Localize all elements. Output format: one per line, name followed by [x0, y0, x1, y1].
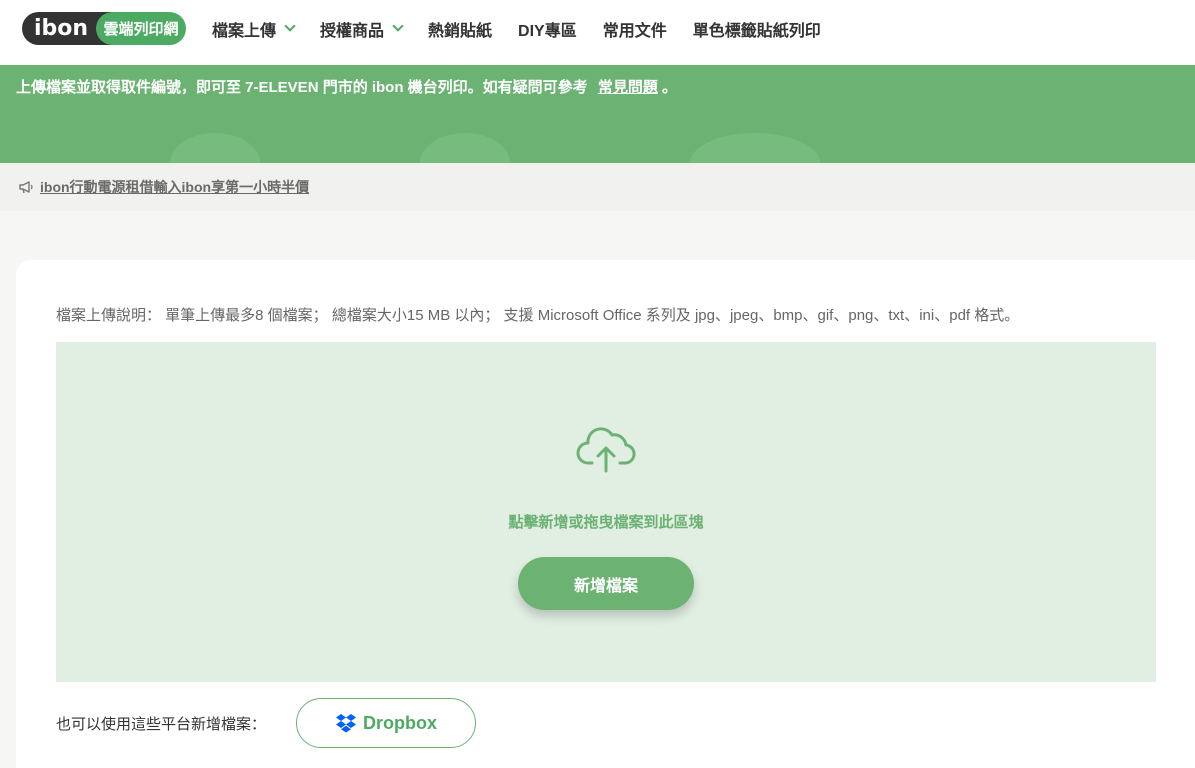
announcement-link[interactable]: ibon行動電源租借輸入ibon享第一小時半價 [40, 177, 309, 197]
nav-item-file-upload[interactable]: 檔案上傳 [212, 17, 296, 41]
platforms-label: 也可以使用這些平台新增檔案： [56, 716, 267, 733]
banner-decoration [170, 133, 260, 163]
dropbox-icon [336, 714, 356, 733]
nav-item-mono-label-print[interactable]: 單色標籤貼紙列印 [693, 17, 821, 41]
ibon-logo[interactable]: ibon 雲端列印網 [22, 12, 186, 45]
dropzone-hint: 點擊新增或拖曳檔案到此區塊 [508, 514, 704, 531]
announcement-bar: ibon行動電源租借輸入ibon享第一小時半價 [0, 163, 1195, 211]
banner-suffix: 。 [662, 79, 678, 96]
nav-item-label: 授權商品 [320, 22, 385, 40]
faq-link[interactable]: 常見問題 [598, 79, 658, 96]
banner-message: 上傳檔案並取得取件編號，即可至 7-ELEVEN 門市的 ibon 機台列印。如… [16, 79, 588, 96]
dropbox-button[interactable]: Dropbox [296, 698, 476, 748]
nav-item-hot-stickers[interactable]: 熱銷貼紙 [428, 17, 492, 41]
nav-item-label: 熱銷貼紙 [428, 22, 493, 40]
nav-item-label: 常用文件 [602, 22, 667, 40]
nav-item-licensed-products[interactable]: 授權商品 [320, 17, 404, 41]
cloud-upload-icon [576, 427, 636, 473]
main-nav: 檔案上傳 授權商品 熱銷貼紙 DIY專區 常用文件 單色標籤貼紙列印 [212, 0, 847, 57]
banner-decoration [420, 133, 510, 163]
upload-instructions: 檔案上傳說明： 單筆上傳最多8 個檔案； 總檔案大小15 MB 以內； 支援 M… [56, 307, 1020, 324]
nav-item-diy[interactable]: DIY專區 [518, 17, 577, 41]
dropbox-label: Dropbox [363, 712, 437, 733]
logo-badge: 雲端列印網 [96, 12, 186, 45]
nav-item-label: DIY專區 [518, 22, 577, 40]
nav-item-label: 單色標籤貼紙列印 [692, 22, 821, 40]
banner-decoration [690, 133, 820, 163]
top-navigation-bar: ibon 雲端列印網 檔案上傳 授權商品 熱銷貼紙 DIY專區 常用文件 單色標… [0, 0, 1195, 65]
nav-item-label: 檔案上傳 [212, 22, 277, 40]
chevron-down-icon [392, 20, 404, 32]
logo-text: ibon [34, 16, 89, 41]
add-file-button[interactable]: 新增檔案 [518, 557, 694, 610]
megaphone-icon [19, 181, 33, 194]
nav-item-common-docs[interactable]: 常用文件 [603, 17, 667, 41]
banner-text: 上傳檔案並取得取件編號，即可至 7-ELEVEN 門市的 ibon 機台列印。如… [16, 76, 677, 97]
chevron-down-icon [284, 20, 296, 32]
info-banner: 上傳檔案並取得取件編號，即可至 7-ELEVEN 門市的 ibon 機台列印。如… [0, 65, 1195, 163]
